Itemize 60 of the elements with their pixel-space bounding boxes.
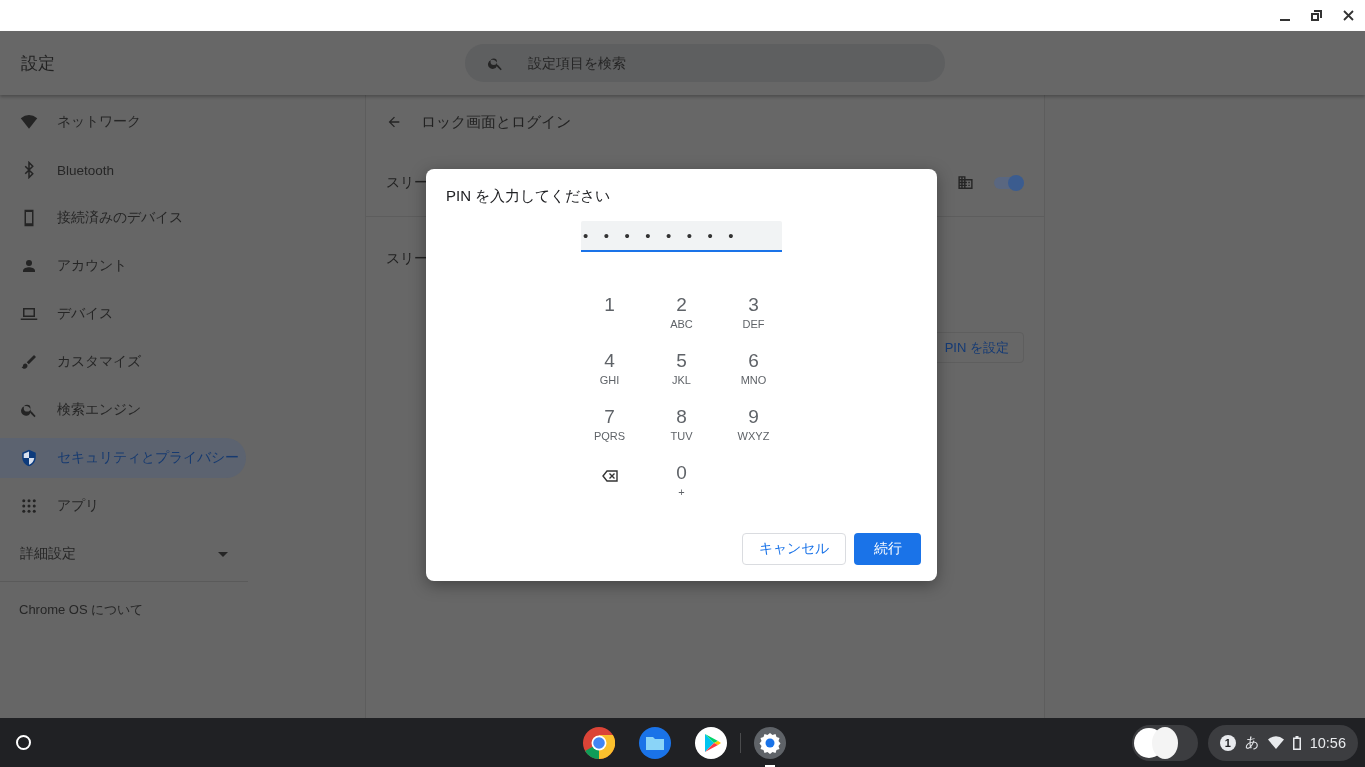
keypad-digit-key[interactable]: 3 <box>748 294 759 316</box>
keypad-letters: GHI <box>599 374 620 386</box>
wifi-icon <box>1267 736 1284 749</box>
app-title: 設定 <box>20 52 56 75</box>
keypad-digit-key[interactable]: 7 <box>604 406 615 428</box>
clock-time: 10:56 <box>1309 734 1346 751</box>
folder-icon[interactable] <box>639 726 671 759</box>
keypad-letters: JKL <box>672 374 691 386</box>
person-icon <box>20 257 38 275</box>
sidebar-item[interactable]: Bluetooth <box>0 150 246 190</box>
keypad-digit-key[interactable]: 4 <box>604 350 615 372</box>
about-link[interactable]: Chrome OS について <box>0 582 144 619</box>
wifi-icon <box>20 113 38 131</box>
app-grid-icon <box>20 497 38 515</box>
advanced-section-toggle[interactable]: 詳細設定 <box>0 530 248 578</box>
gear-icon[interactable] <box>754 726 786 759</box>
laptop-icon <box>20 305 38 323</box>
sidebar-item[interactable]: デバイス <box>0 294 246 334</box>
toggle-switch[interactable] <box>994 176 1024 189</box>
keypad-digit-key[interactable]: 2 <box>676 294 687 316</box>
sidebar-item[interactable]: ネットワーク <box>0 102 246 142</box>
overview-thumbnail-icon[interactable] <box>1131 724 1198 761</box>
search-field[interactable]: 設定項目を検索 <box>465 44 945 82</box>
dialog-title: PIN を入力してください <box>445 186 611 206</box>
page-title: ロック画面とログイン <box>421 112 571 132</box>
launcher-button[interactable] <box>16 735 31 750</box>
shield-icon <box>20 449 38 467</box>
keypad-letters: WXYZ <box>737 430 770 442</box>
input-method-label: あ <box>1244 733 1259 752</box>
backspace-icon[interactable] <box>601 470 618 482</box>
pin-field[interactable]: •••••••• <box>581 221 782 252</box>
chrome-icon[interactable] <box>583 726 615 759</box>
keypad-letters: MNO <box>740 374 767 386</box>
restore-icon[interactable] <box>1311 10 1322 21</box>
sidebar-item[interactable]: 検索エンジン <box>0 390 246 430</box>
sidebar-item[interactable]: アカウント <box>0 246 246 286</box>
cancel-button[interactable]: キャンセル <box>742 533 846 565</box>
keypad-letters: DEF <box>742 318 765 330</box>
keypad-digit-key[interactable]: 5 <box>676 350 687 372</box>
continue-button[interactable]: 続行 <box>854 533 921 565</box>
caret-icon <box>218 551 228 557</box>
notification-count: 1 <box>1219 734 1236 751</box>
keypad-letters: TUV <box>670 430 693 442</box>
keypad-letters: + <box>678 486 685 498</box>
keypad-digit-key[interactable]: 6 <box>748 350 759 372</box>
brush-icon <box>20 353 38 371</box>
back-arrow-icon[interactable] <box>386 114 402 130</box>
sidebar-item[interactable]: アプリ <box>0 486 246 526</box>
keypad-letters: ABC <box>670 318 693 330</box>
status-area[interactable]: 1 あ 10:56 <box>1207 724 1358 761</box>
keypad-digit-key[interactable]: 9 <box>748 406 759 428</box>
sidebar-item[interactable]: 接続済みのデバイス <box>0 198 246 238</box>
building-icon <box>957 174 974 191</box>
keypad-digit-key[interactable]: 1 <box>604 294 615 316</box>
close-icon[interactable] <box>1343 10 1354 21</box>
keypad-digit-key[interactable]: 0 <box>676 462 687 484</box>
sidebar-item[interactable]: カスタマイズ <box>0 342 246 382</box>
keypad-digit-key[interactable]: 8 <box>676 406 687 428</box>
keypad-letters: PQRS <box>593 430 626 442</box>
battery-icon <box>1292 735 1301 750</box>
